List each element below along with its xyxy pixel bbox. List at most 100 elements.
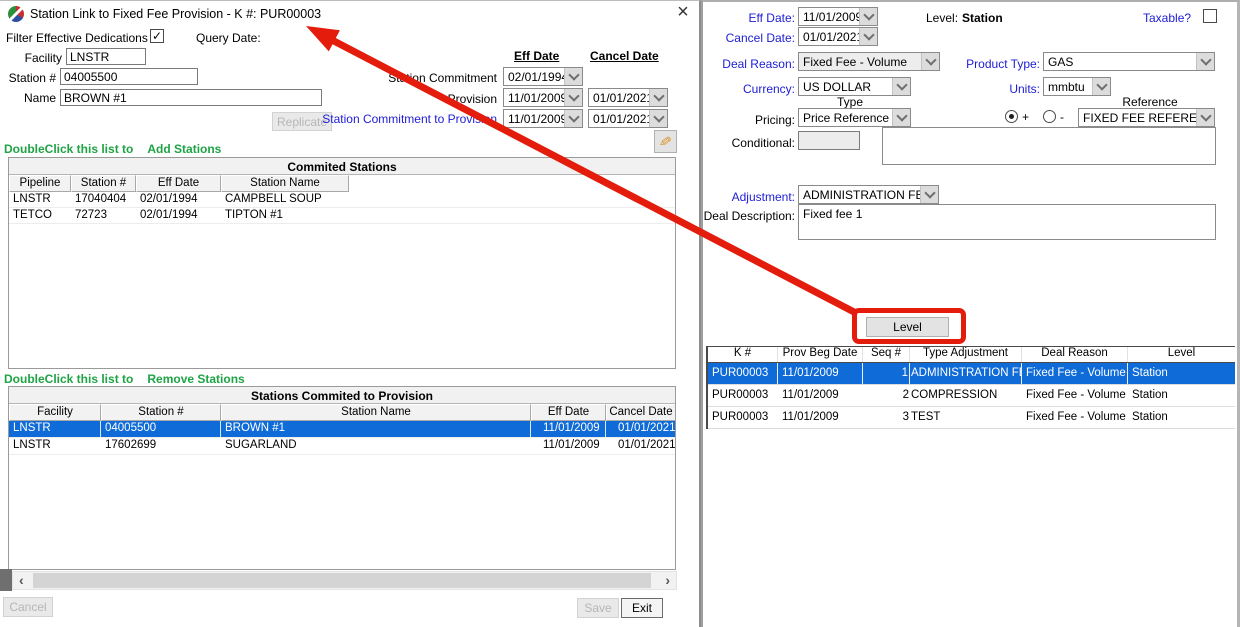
currency-combo[interactable]: US DOLLAR [798,77,911,96]
column-header: Eff Date [531,404,606,421]
station-commitment-to-provision-label: Station Commitment to Provision [322,112,497,126]
taxable-checkbox[interactable] [1203,9,1217,23]
deal-reason-combo[interactable]: Fixed Fee - Volume [798,52,940,71]
scroll-left-icon[interactable]: ‹ [19,572,24,589]
units-combo[interactable]: mmbtu [1043,77,1111,96]
chevron-down-icon[interactable] [649,110,667,127]
chevron-down-icon[interactable] [920,186,938,203]
provision-eff-combo[interactable]: 11/01/2009 [503,88,583,107]
scrollbar-thumb[interactable] [33,573,651,588]
query-date-label: Query Date: [196,31,261,45]
table-row[interactable]: TETCO 72723 02/01/1994 TIPTON #1 [9,208,675,224]
product-type-combo[interactable]: GAS [1043,52,1215,71]
deal-description-textarea[interactable]: Fixed fee 1 [798,204,1216,240]
scrollbar-corner-block [0,569,12,591]
chevron-down-icon[interactable] [1092,78,1110,95]
header-filler [349,175,675,192]
column-header: Deal Reason [1022,347,1128,362]
units-value: mmbtu [1044,78,1092,95]
column-header: Station Name [221,404,531,421]
remove-stations-action[interactable]: Remove Stations [147,372,244,386]
chevron-down-icon[interactable] [1196,109,1214,126]
cell: 11/01/2009 [778,363,863,384]
cell: 11/01/2009 [531,438,606,454]
cell: PUR00003 [708,385,778,406]
cell: 11/01/2009 [531,421,606,437]
scroll-right-icon[interactable]: › [665,572,670,589]
level-button[interactable]: Level [866,317,949,337]
pricing-combo[interactable]: Price Reference [798,108,911,127]
facility-label: Facility [0,51,62,65]
deal-reason-value: Fixed Fee - Volume [799,53,921,70]
sc-to-provision-cancel-combo[interactable]: 01/01/2021 [588,109,668,128]
grid-row[interactable]: PUR00003 11/01/2009 3 TEST Fixed Fee - V… [708,407,1235,429]
chevron-down-icon[interactable] [564,89,582,106]
cancel-date-combo[interactable]: 01/01/2021 [798,27,878,46]
table-row[interactable]: LNSTR 17602699 SUGARLAND 11/01/2009 01/0… [9,438,675,455]
cell: 17602699 [101,438,221,454]
conditional-input[interactable] [798,131,860,150]
cell: 72723 [71,208,136,223]
table-row-selected[interactable]: LNSTR 04005500 BROWN #1 11/01/2009 01/01… [9,421,675,438]
cancel-button[interactable]: Cancel [3,597,53,617]
cell: SUGARLAND [221,438,531,454]
column-header: Cancel Date [606,404,675,421]
close-icon[interactable]: × [672,1,694,23]
cell: 04005500 [101,421,221,437]
grid-row[interactable]: PUR00003 11/01/2009 2 COMPRESSION Fixed … [708,385,1235,407]
station-commitment-eff-combo[interactable]: 02/01/1994 [503,67,583,86]
station-number-input[interactable] [60,68,198,85]
cell: TETCO [9,208,71,223]
cell: TIPTON #1 [221,208,349,223]
cell: 11/01/2009 [778,385,863,406]
eff-date-combo[interactable]: 11/01/2009 [798,7,878,26]
cell [349,192,675,207]
cell: PUR00003 [708,407,778,428]
add-stations-action[interactable]: Add Stations [147,142,221,156]
station-commitment-label: Station Commitment [330,71,497,85]
cell: 11/01/2009 [778,407,863,428]
cell: 3 [863,407,910,428]
sc-to-provision-eff-combo[interactable]: 11/01/2009 [503,109,583,128]
cell: LNSTR [9,192,71,207]
plus-radio[interactable] [1005,110,1018,123]
cell: 02/01/1994 [136,208,221,223]
sc-to-provision-eff-value: 11/01/2009 [504,110,564,127]
reference-combo[interactable]: FIXED FEE REFERENC [1078,108,1215,127]
pencil-edit-button[interactable]: ✎ [654,130,677,153]
facility-input[interactable] [66,48,146,65]
filter-effective-dedications-label: Filter Effective Dedications [6,31,148,45]
product-type-value: GAS [1044,53,1196,70]
chevron-down-icon[interactable] [921,53,939,70]
chevron-down-icon[interactable] [564,110,582,127]
chevron-down-icon[interactable] [859,28,877,45]
chevron-down-icon[interactable] [892,78,910,95]
grid-header-row: K # Prov Beg Date Seq # Type Adjustment … [708,346,1235,363]
units-label: Units: [960,82,1040,96]
minus-radio[interactable] [1043,110,1056,123]
cell: 01/01/2021 [606,421,675,437]
chevron-down-icon[interactable] [564,68,582,85]
table-row[interactable]: LNSTR 17040404 02/01/1994 CAMPBELL SOUP [9,192,675,208]
chevron-down-icon[interactable] [649,89,667,106]
horizontal-scrollbar[interactable]: ‹ › [12,571,677,590]
cell: Station [1128,363,1235,384]
column-header: Eff Date [136,175,221,192]
provision-cancel-value: 01/01/2021 [589,89,649,106]
exit-button[interactable]: Exit [621,598,663,618]
cell: 2 [863,385,910,406]
grid-row-selected[interactable]: PUR00003 11/01/2009 1 ADMINISTRATION FEE… [708,363,1235,385]
chevron-down-icon[interactable] [1196,53,1214,70]
filter-effective-dedications-checkbox[interactable]: ✓ [150,29,164,43]
cell: Fixed Fee - Volume [1022,407,1128,428]
chevron-down-icon[interactable] [859,8,877,25]
name-input[interactable] [60,89,322,106]
save-button[interactable]: Save [577,598,619,618]
plus-radio-label: + [1022,110,1029,124]
taxable-label: Taxable? [1143,11,1191,25]
adjustment-combo[interactable]: ADMINISTRATION FEE [798,185,939,204]
chevron-down-icon[interactable] [892,109,910,126]
provision-cancel-combo[interactable]: 01/01/2021 [588,88,668,107]
cell: Station [1128,407,1235,428]
conditional-textarea[interactable] [882,127,1216,165]
